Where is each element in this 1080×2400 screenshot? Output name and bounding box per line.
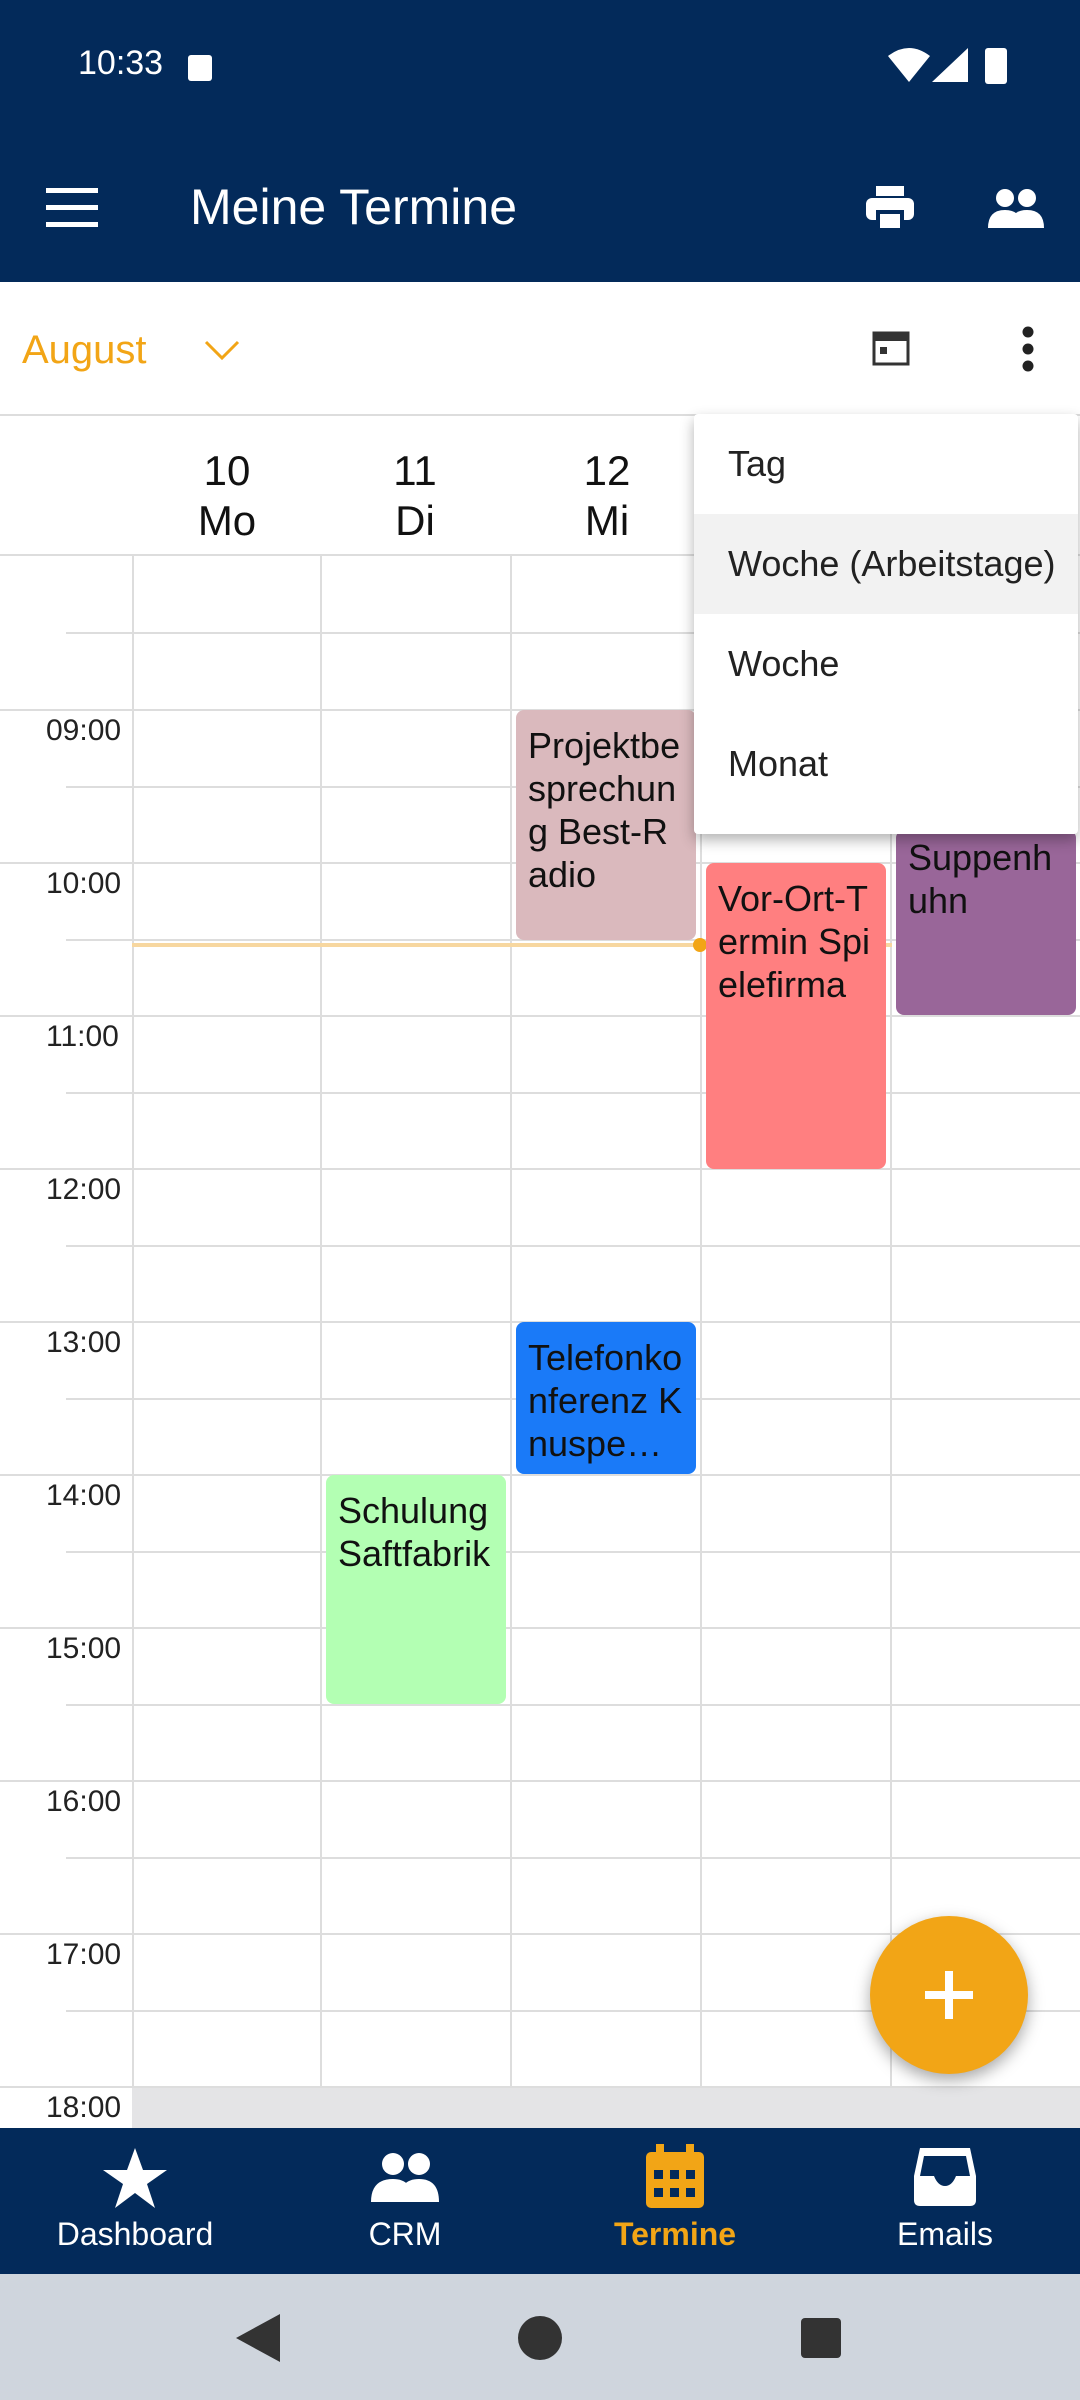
view-menu: Tag Woche (Arbeitstage) Woche Monat <box>694 414 1078 834</box>
nav-crm[interactable]: CRM <box>270 2128 540 2274</box>
day-header[interactable]: 10 Mo <box>132 446 322 546</box>
nav-termine[interactable]: Termine <box>540 2128 810 2274</box>
app-header <box>0 0 1080 282</box>
people-icon[interactable] <box>988 188 1044 228</box>
hour-label: 16:00 <box>46 1785 122 1818</box>
chevron-down-icon[interactable] <box>204 340 240 362</box>
grid-divider <box>132 556 134 2126</box>
hour-label: 12:00 <box>46 1173 122 1206</box>
grid-line <box>66 1857 1080 1859</box>
battery-icon <box>985 48 1007 84</box>
hour-label: 13:00 <box>46 1326 122 1359</box>
hour-label: 11:00 <box>46 1020 119 1053</box>
nav-dashboard[interactable]: Dashboard <box>0 2128 270 2274</box>
grid-line <box>66 1551 1080 1553</box>
add-button[interactable] <box>870 1916 1028 2074</box>
back-icon[interactable] <box>236 2314 280 2362</box>
calendar-toolbar <box>0 284 1080 416</box>
more-vert-icon[interactable] <box>1018 326 1038 372</box>
menu-icon[interactable] <box>46 188 98 228</box>
menu-item-woche[interactable]: Woche <box>694 614 1078 714</box>
current-time-dot <box>693 938 707 952</box>
event-suppenhuhn[interactable]: Suppenhuhn <box>896 830 1076 1015</box>
event-vor-ort-termin[interactable]: Vor-Ort-Termin Spielefirma <box>706 863 886 1169</box>
menu-item-woche-arbeitstage[interactable]: Woche (Arbeitstage) <box>694 514 1078 614</box>
wifi-icon <box>888 48 930 82</box>
grid-divider <box>510 556 512 2126</box>
grid-line <box>0 1474 1080 1476</box>
event-schulung[interactable]: Schulung Saftfabrik <box>326 1475 506 1704</box>
after-hours-area <box>132 2088 1080 2128</box>
menu-item-monat[interactable]: Monat <box>694 714 1078 814</box>
grid-line <box>66 1245 1080 1247</box>
hour-label: 09:00 <box>46 714 122 747</box>
hour-label: 10:00 <box>46 867 122 900</box>
nav-emails[interactable]: Emails <box>810 2128 1080 2274</box>
page-title: Meine Termine <box>190 179 518 235</box>
day-header[interactable]: 11 Di <box>320 446 510 546</box>
menu-item-tag[interactable]: Tag <box>694 414 1078 514</box>
grid-line <box>66 1704 1080 1706</box>
grid-line <box>66 1092 1080 1094</box>
hour-label: 14:00 <box>46 1479 122 1512</box>
recents-icon[interactable] <box>801 2318 841 2358</box>
grid-line <box>0 1015 1080 1017</box>
hour-label: 17:00 <box>46 1938 122 1971</box>
inbox-icon <box>914 2148 976 2206</box>
grid-divider <box>320 556 322 2126</box>
hour-label: 15:00 <box>46 1632 122 1665</box>
grid-line <box>0 1168 1080 1170</box>
plus-icon <box>925 1971 973 2019</box>
home-icon[interactable] <box>518 2316 562 2360</box>
event-projektbesprechung[interactable]: Projektbesprechung Best-Radio <box>516 710 696 940</box>
status-time: 10:33 <box>78 44 164 82</box>
signal-icon <box>932 48 968 82</box>
event-telefonkonferenz[interactable]: Telefonkonferenz Knuspe… <box>516 1322 696 1474</box>
hour-label: 18:00 <box>46 2091 122 2124</box>
grid-line <box>0 1780 1080 1782</box>
people-icon <box>371 2153 439 2202</box>
calendar-icon <box>646 2144 704 2208</box>
month-selector[interactable]: August <box>22 328 147 373</box>
day-header[interactable]: 12 Mi <box>512 446 702 546</box>
grid-line <box>0 1627 1080 1629</box>
print-icon[interactable] <box>866 186 914 230</box>
star-icon <box>103 2148 167 2208</box>
keyboard-indicator-icon <box>188 55 212 81</box>
calendar-icon[interactable] <box>872 328 910 366</box>
